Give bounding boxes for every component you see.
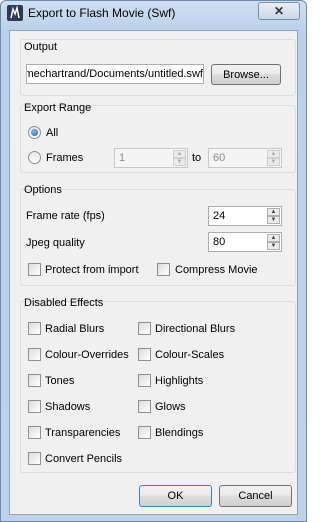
all-radio-label: All xyxy=(46,127,59,139)
protect-from-import-checkbox[interactable] xyxy=(28,263,41,276)
jpeg-quality-label: Jpeg quality xyxy=(26,237,85,249)
glows-checkbox[interactable] xyxy=(138,400,151,413)
convert-pencils-label: Convert Pencils xyxy=(45,453,123,465)
colour-overrides-label: Colour-Overrides xyxy=(45,349,129,361)
transparencies-label: Transparencies xyxy=(45,427,121,439)
glows-label: Glows xyxy=(155,401,186,413)
frames-from-value: 1 xyxy=(119,152,126,164)
frames-to-arrows[interactable]: ▲ ▼ xyxy=(267,150,280,166)
frame-rate-label: Frame rate (fps) xyxy=(26,210,105,222)
convert-pencils-checkbox[interactable] xyxy=(28,452,41,465)
app-logo-icon xyxy=(7,5,23,21)
spin-up-icon[interactable]: ▲ xyxy=(267,150,280,158)
frame-rate-stepper[interactable]: 24 ▲ ▼ xyxy=(208,206,282,226)
blendings-label: Blendings xyxy=(155,427,204,439)
jpeg-quality-value: 80 xyxy=(213,236,226,248)
spin-down-icon[interactable]: ▼ xyxy=(173,158,186,166)
protect-from-import-label: Protect from import xyxy=(45,264,139,276)
frames-radio-label: Frames xyxy=(46,152,84,164)
output-path-field[interactable]: /Users/mechartrand/Documents/untitled.sw… xyxy=(26,64,204,84)
jpeg-quality-arrows[interactable]: ▲ ▼ xyxy=(267,234,280,250)
highlights-label: Highlights xyxy=(155,375,204,387)
radial-blurs-checkbox[interactable] xyxy=(28,322,41,335)
browse-button[interactable]: Browse... xyxy=(211,64,281,85)
tones-checkbox[interactable] xyxy=(28,374,41,387)
colour-scales-checkbox[interactable] xyxy=(138,348,151,361)
shadows-label: Shadows xyxy=(45,401,91,413)
output-group-title: Output xyxy=(24,41,58,53)
spin-up-icon[interactable]: ▲ xyxy=(267,234,280,242)
spin-down-icon[interactable]: ▼ xyxy=(267,216,280,224)
dialog-body: Output /Users/mechartrand/Documents/unti… xyxy=(9,30,298,515)
spin-up-icon[interactable]: ▲ xyxy=(173,150,186,158)
dialog-window: Export to Flash Movie (Swf) ✕ Output /Us… xyxy=(0,0,307,522)
all-radio[interactable] xyxy=(28,126,41,139)
close-icon: ✕ xyxy=(273,4,285,18)
disabled-effects-group-title: Disabled Effects xyxy=(24,297,104,309)
spin-up-icon[interactable]: ▲ xyxy=(267,208,280,216)
shadows-checkbox[interactable] xyxy=(28,400,41,413)
frame-rate-value: 24 xyxy=(213,210,226,222)
spin-down-icon[interactable]: ▼ xyxy=(267,158,280,166)
close-button[interactable]: ✕ xyxy=(258,2,300,20)
directional-blurs-checkbox[interactable] xyxy=(138,322,151,335)
frame-rate-arrows[interactable]: ▲ ▼ xyxy=(267,208,280,224)
export-range-group-title: Export Range xyxy=(24,102,92,114)
blendings-checkbox[interactable] xyxy=(138,426,151,439)
ok-button[interactable]: OK xyxy=(139,485,212,507)
frames-from-stepper[interactable]: 1 ▲ ▼ xyxy=(114,148,188,168)
title-bar[interactable]: Export to Flash Movie (Swf) ✕ xyxy=(1,1,306,27)
radial-blurs-label: Radial Blurs xyxy=(45,323,105,335)
options-group-title: Options xyxy=(24,184,62,196)
frames-to-value: 60 xyxy=(213,152,226,164)
colour-scales-label: Colour-Scales xyxy=(155,349,225,361)
to-label: to xyxy=(192,152,202,164)
jpeg-quality-stepper[interactable]: 80 ▲ ▼ xyxy=(208,232,282,252)
tones-label: Tones xyxy=(45,375,75,387)
compress-movie-checkbox[interactable] xyxy=(157,263,170,276)
frames-radio[interactable] xyxy=(28,151,41,164)
spin-down-icon[interactable]: ▼ xyxy=(267,242,280,250)
directional-blurs-label: Directional Blurs xyxy=(155,323,236,335)
frames-to-stepper[interactable]: 60 ▲ ▼ xyxy=(208,148,282,168)
cancel-button[interactable]: Cancel xyxy=(219,485,292,507)
window-title: Export to Flash Movie (Swf) xyxy=(28,6,176,20)
compress-movie-label: Compress Movie xyxy=(175,264,258,276)
frames-from-arrows[interactable]: ▲ ▼ xyxy=(173,150,186,166)
colour-overrides-checkbox[interactable] xyxy=(28,348,41,361)
transparencies-checkbox[interactable] xyxy=(28,426,41,439)
highlights-checkbox[interactable] xyxy=(138,374,151,387)
